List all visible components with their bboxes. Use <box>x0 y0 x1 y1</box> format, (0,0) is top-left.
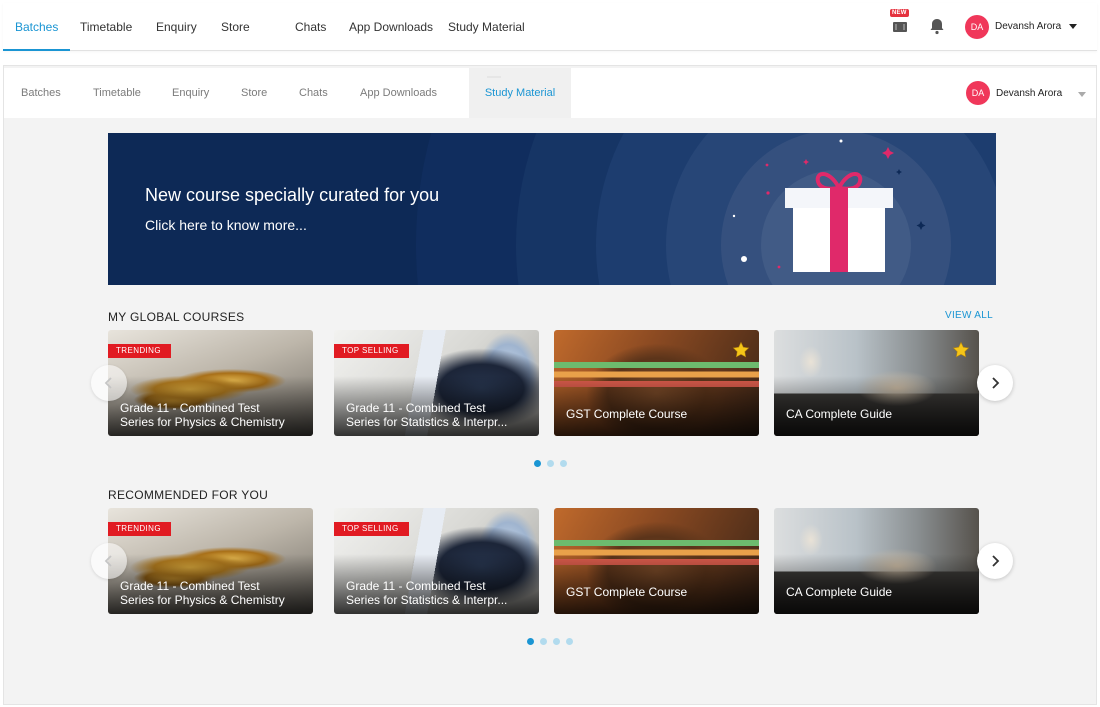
carousel-dot[interactable] <box>540 638 547 645</box>
avatar[interactable]: DA <box>966 81 990 105</box>
carousel-dot[interactable] <box>553 638 560 645</box>
promo-banner[interactable]: New course specially curated for you Cli… <box>108 133 996 285</box>
course-card[interactable]: GST Complete Course <box>554 330 759 436</box>
course-title: CA Complete Guide <box>786 407 893 421</box>
star-icon[interactable] <box>952 341 970 359</box>
chevron-right-icon <box>992 377 1000 389</box>
course-title: Grade 11 - Combined Test Series for Stat… <box>346 401 508 429</box>
course-card[interactable]: TOP SELLING Grade 11 - Combined Test Ser… <box>334 508 539 614</box>
course-card[interactable]: CA Complete Guide <box>774 330 979 436</box>
store-icon[interactable]: NEW <box>890 9 911 37</box>
course-card[interactable]: TRENDING Grade 11 - Combined Test Series… <box>108 330 313 436</box>
carousel-next-button[interactable] <box>977 543 1013 579</box>
content-panel: Batches Timetable Enquiry Store Chats Ap… <box>3 65 1097 705</box>
carousel-dots <box>527 632 579 645</box>
course-title: GST Complete Course <box>566 585 688 599</box>
carousel-dot[interactable] <box>547 460 554 467</box>
carousel-dot[interactable] <box>560 460 567 467</box>
tab-app-downloads[interactable]: App Downloads <box>349 3 433 51</box>
star-icon[interactable] <box>732 341 750 359</box>
course-card[interactable]: CA Complete Guide <box>774 508 979 614</box>
course-title: GST Complete Course <box>566 407 688 421</box>
top-selling-ribbon: TOP SELLING <box>334 344 409 358</box>
avatar[interactable]: DA <box>965 15 989 39</box>
carousel-next-button[interactable] <box>977 365 1013 401</box>
chevron-left-icon <box>104 377 112 389</box>
course-card[interactable]: TRENDING Grade 11 - Combined Test Series… <box>108 508 313 614</box>
top-nav-bar: Batches Timetable Enquiry Store Chats Ap… <box>2 3 1097 51</box>
tab-chats[interactable]: Chats <box>295 3 326 51</box>
tab-store[interactable]: Store <box>221 3 250 51</box>
carousel-prev-button[interactable] <box>91 365 127 401</box>
new-badge: NEW <box>890 9 909 17</box>
trending-ribbon: TRENDING <box>108 344 171 358</box>
user-name[interactable]: Devansh Arora <box>995 21 1061 32</box>
chevron-down-icon[interactable] <box>1078 92 1086 97</box>
carousel-dot[interactable] <box>527 638 534 645</box>
course-title: Grade 11 - Combined Test Series for Phys… <box>120 401 285 429</box>
tab-batches[interactable]: Batches <box>2 3 71 51</box>
bell-icon[interactable] <box>928 17 948 37</box>
tab-study-material[interactable]: Study Material <box>448 3 525 51</box>
trending-ribbon: TRENDING <box>108 522 171 536</box>
banner-title: New course specially curated for you <box>145 185 440 205</box>
chevron-down-icon[interactable] <box>1069 24 1077 29</box>
subtab-store[interactable]: Store <box>241 68 267 118</box>
carousel-dot[interactable] <box>566 638 573 645</box>
subtab-chats[interactable]: Chats <box>299 68 328 118</box>
sub-nav-bar: Batches Timetable Enquiry Store Chats Ap… <box>4 68 1096 118</box>
user-name[interactable]: Devansh Arora <box>996 88 1062 99</box>
course-card[interactable]: GST Complete Course <box>554 508 759 614</box>
tab-enquiry[interactable]: Enquiry <box>156 3 197 51</box>
gift-icon <box>783 158 895 274</box>
carousel-prev-button[interactable] <box>91 543 127 579</box>
course-title: Grade 11 - Combined Test Series for Phys… <box>120 579 285 607</box>
banner-subtitle[interactable]: Click here to know more... <box>145 217 307 233</box>
top-selling-ribbon: TOP SELLING <box>334 522 409 536</box>
chevron-left-icon <box>104 555 112 567</box>
subtab-enquiry[interactable]: Enquiry <box>172 68 209 118</box>
carousel-dot[interactable] <box>534 460 541 467</box>
subtab-app-downloads[interactable]: App Downloads <box>360 68 437 118</box>
subtab-timetable[interactable]: Timetable <box>93 68 141 118</box>
course-title: CA Complete Guide <box>786 585 893 599</box>
subtab-study-material[interactable]: Study Material <box>469 68 571 118</box>
section-heading-global-courses: MY GLOBAL COURSES <box>108 310 245 324</box>
course-title: Grade 11 - Combined Test Series for Stat… <box>346 579 508 607</box>
carousel-dots <box>534 454 573 467</box>
tab-timetable[interactable]: Timetable <box>80 3 132 51</box>
view-all-link[interactable]: VIEW ALL <box>945 310 993 321</box>
subtab-batches[interactable]: Batches <box>21 68 61 118</box>
section-heading-recommended: RECOMMENDED FOR YOU <box>108 488 269 502</box>
chevron-right-icon <box>992 555 1000 567</box>
course-card[interactable]: TOP SELLING Grade 11 - Combined Test Ser… <box>334 330 539 436</box>
